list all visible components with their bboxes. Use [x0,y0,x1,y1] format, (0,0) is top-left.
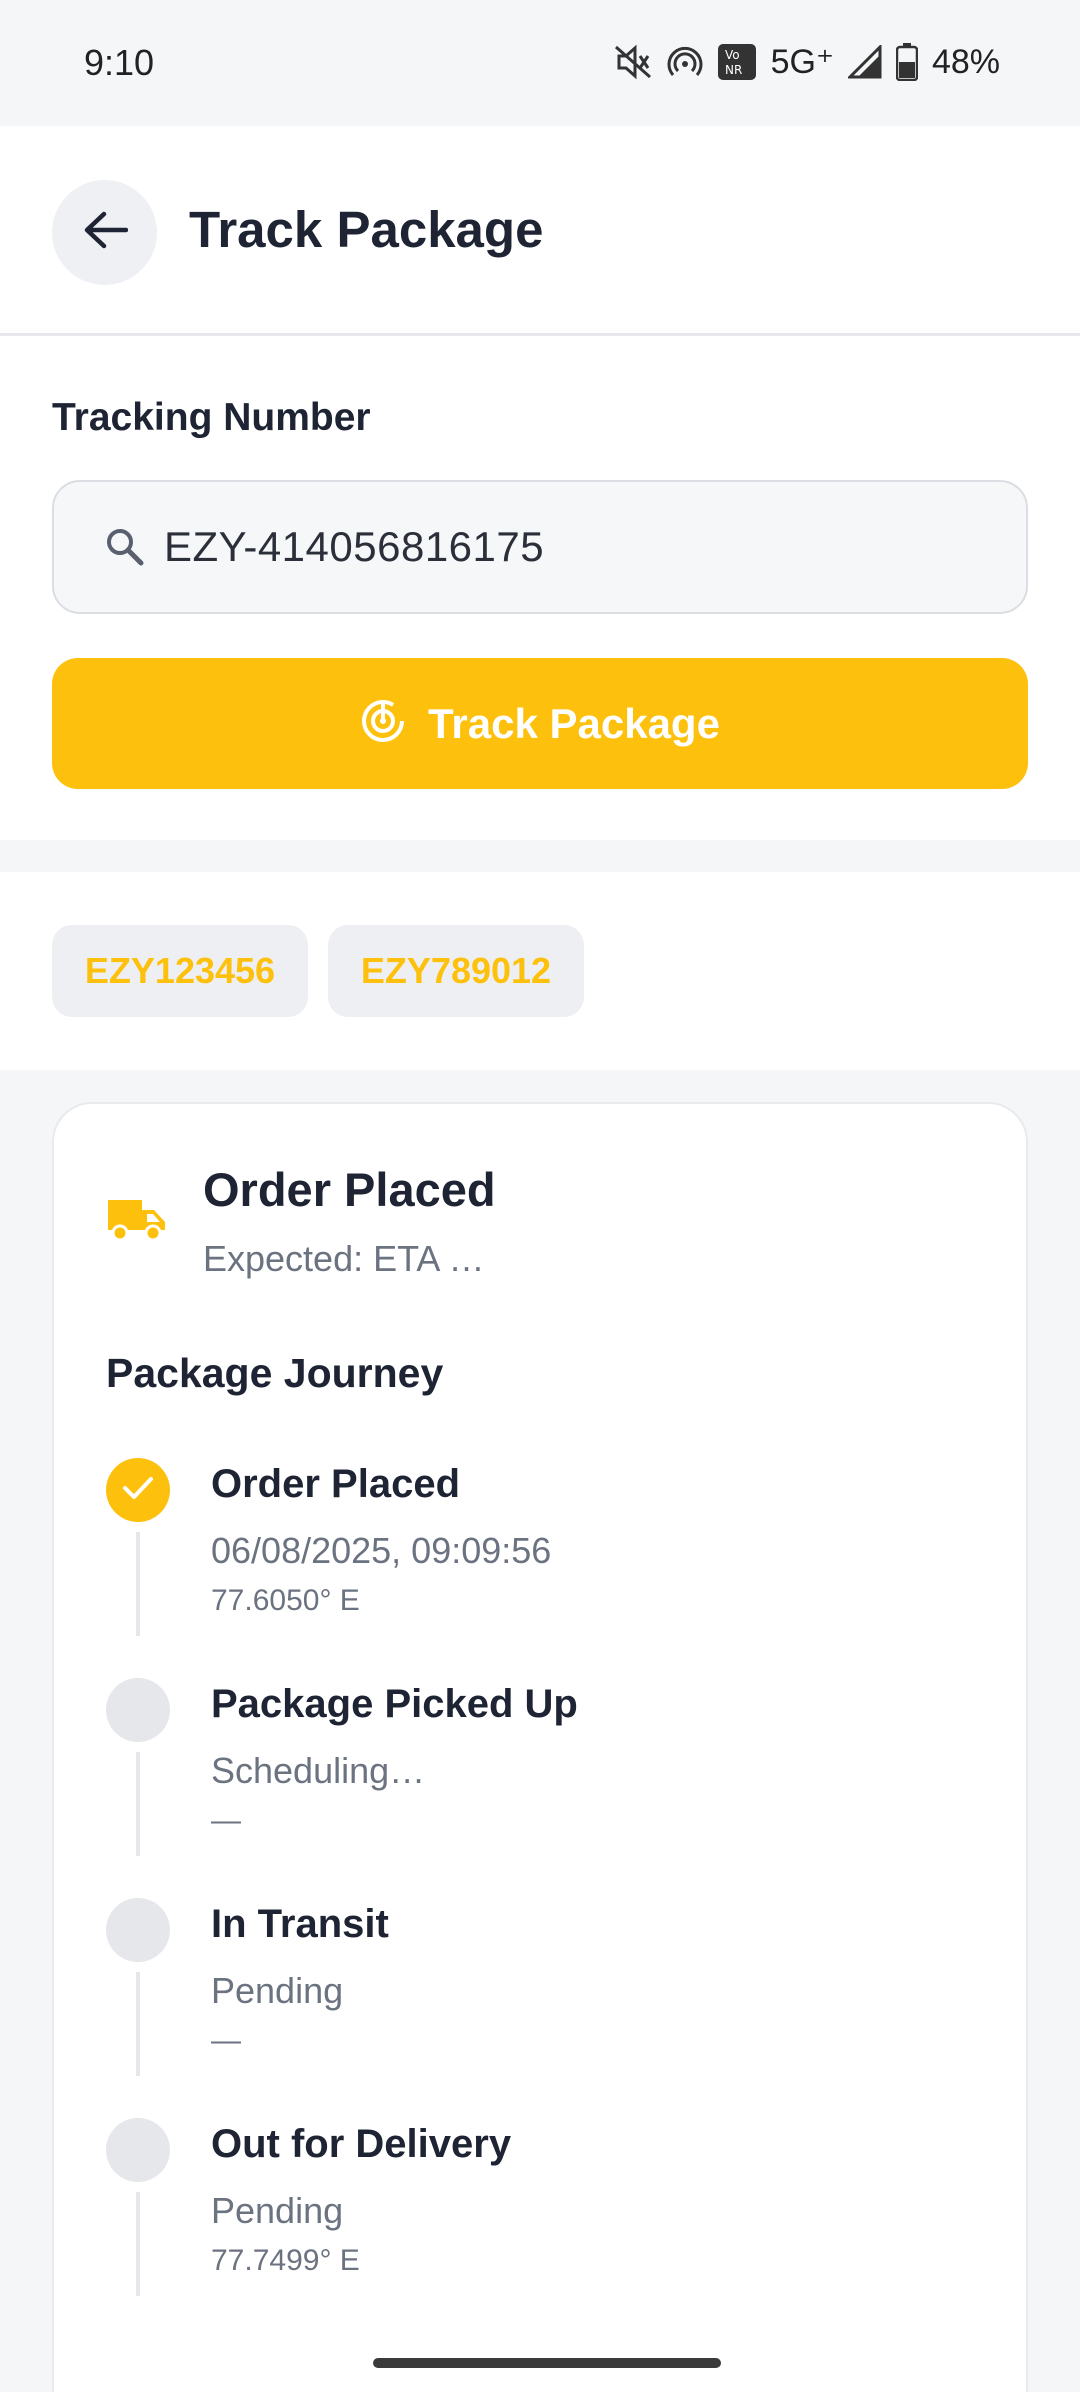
page-title: Track Package [189,201,544,258]
network-type: 5G⁺ [770,43,834,81]
signal-icon [847,45,882,79]
step-title: Order Placed [211,1462,461,1506]
recent-chip[interactable]: EZY123456 [52,925,308,1017]
status-icons: Vo NR 5G⁺ 48% [613,40,1000,84]
step-detail: — [211,1804,241,1837]
step-detail: 77.6050° E [211,1584,360,1617]
tracking-form: Tracking Number Track Package [0,336,1080,840]
track-package-button-label: Track Package [428,699,720,747]
journey-title: Package Journey [106,1350,444,1396]
step-indicator-pending [106,1678,170,1742]
step-subtitle: Pending [211,2190,344,2231]
step-detail: — [211,2024,241,2057]
step-indicator-pending [106,1898,170,1962]
step-detail: 77.7499° E [211,2244,360,2277]
tracking-number-field[interactable] [52,480,1028,614]
home-indicator[interactable] [373,2358,721,2368]
status-bar: 9:10 Vo NR 5G⁺ 48% [0,0,1080,126]
search-icon [104,525,148,569]
step-connector [136,1752,140,1856]
back-button[interactable] [52,180,157,285]
journey-step: Order Placed 06/08/2025, 09:09:56 77.605… [54,1458,1026,1678]
step-subtitle: Scheduling… [211,1750,426,1791]
tracking-status-card: Order Placed Expected: ETA … Package Jou… [52,1102,1028,2392]
current-status: Order Placed [203,1163,496,1216]
journey-step: In Transit Pending — [54,1898,1026,2118]
recent-chip[interactable]: EZY789012 [328,925,584,1017]
step-connector [136,1972,140,2076]
truck-icon [106,1196,168,1244]
battery-icon [895,43,918,81]
step-connector [136,1532,140,1636]
tracking-number-input[interactable] [162,522,966,572]
step-subtitle: Pending [211,1970,344,2011]
track-package-button[interactable]: Track Package [52,658,1028,789]
eta-text: Expected: ETA … [203,1238,485,1279]
radar-icon [360,698,406,749]
svg-text:NR: NR [725,63,742,77]
mute-icon [613,44,653,80]
app-header: Track Package [0,126,1080,336]
recent-tracking-chips: EZY123456 EZY789012 [0,872,1080,1070]
journey-step: Package Picked Up Scheduling… — [54,1678,1026,1898]
battery-percent: 48% [931,42,1000,81]
step-indicator-done [106,1458,170,1522]
step-title: Package Picked Up [211,1682,578,1726]
step-title: In Transit [211,1902,389,1946]
svg-text:Vo: Vo [725,48,740,62]
step-subtitle: 06/08/2025, 09:09:56 [211,1530,552,1571]
status-time: 9:10 [84,42,155,83]
step-indicator-pending [106,2118,170,2182]
check-icon [121,1474,155,1507]
tracking-number-label: Tracking Number [52,396,371,439]
arrow-left-icon [82,210,128,255]
step-connector [136,2192,140,2296]
step-title: Out for Delivery [211,2122,512,2166]
hotspot-icon [667,44,703,80]
vonr-icon: Vo NR [717,43,757,81]
journey-step: Out for Delivery Pending 77.7499° E [54,2118,1026,2338]
